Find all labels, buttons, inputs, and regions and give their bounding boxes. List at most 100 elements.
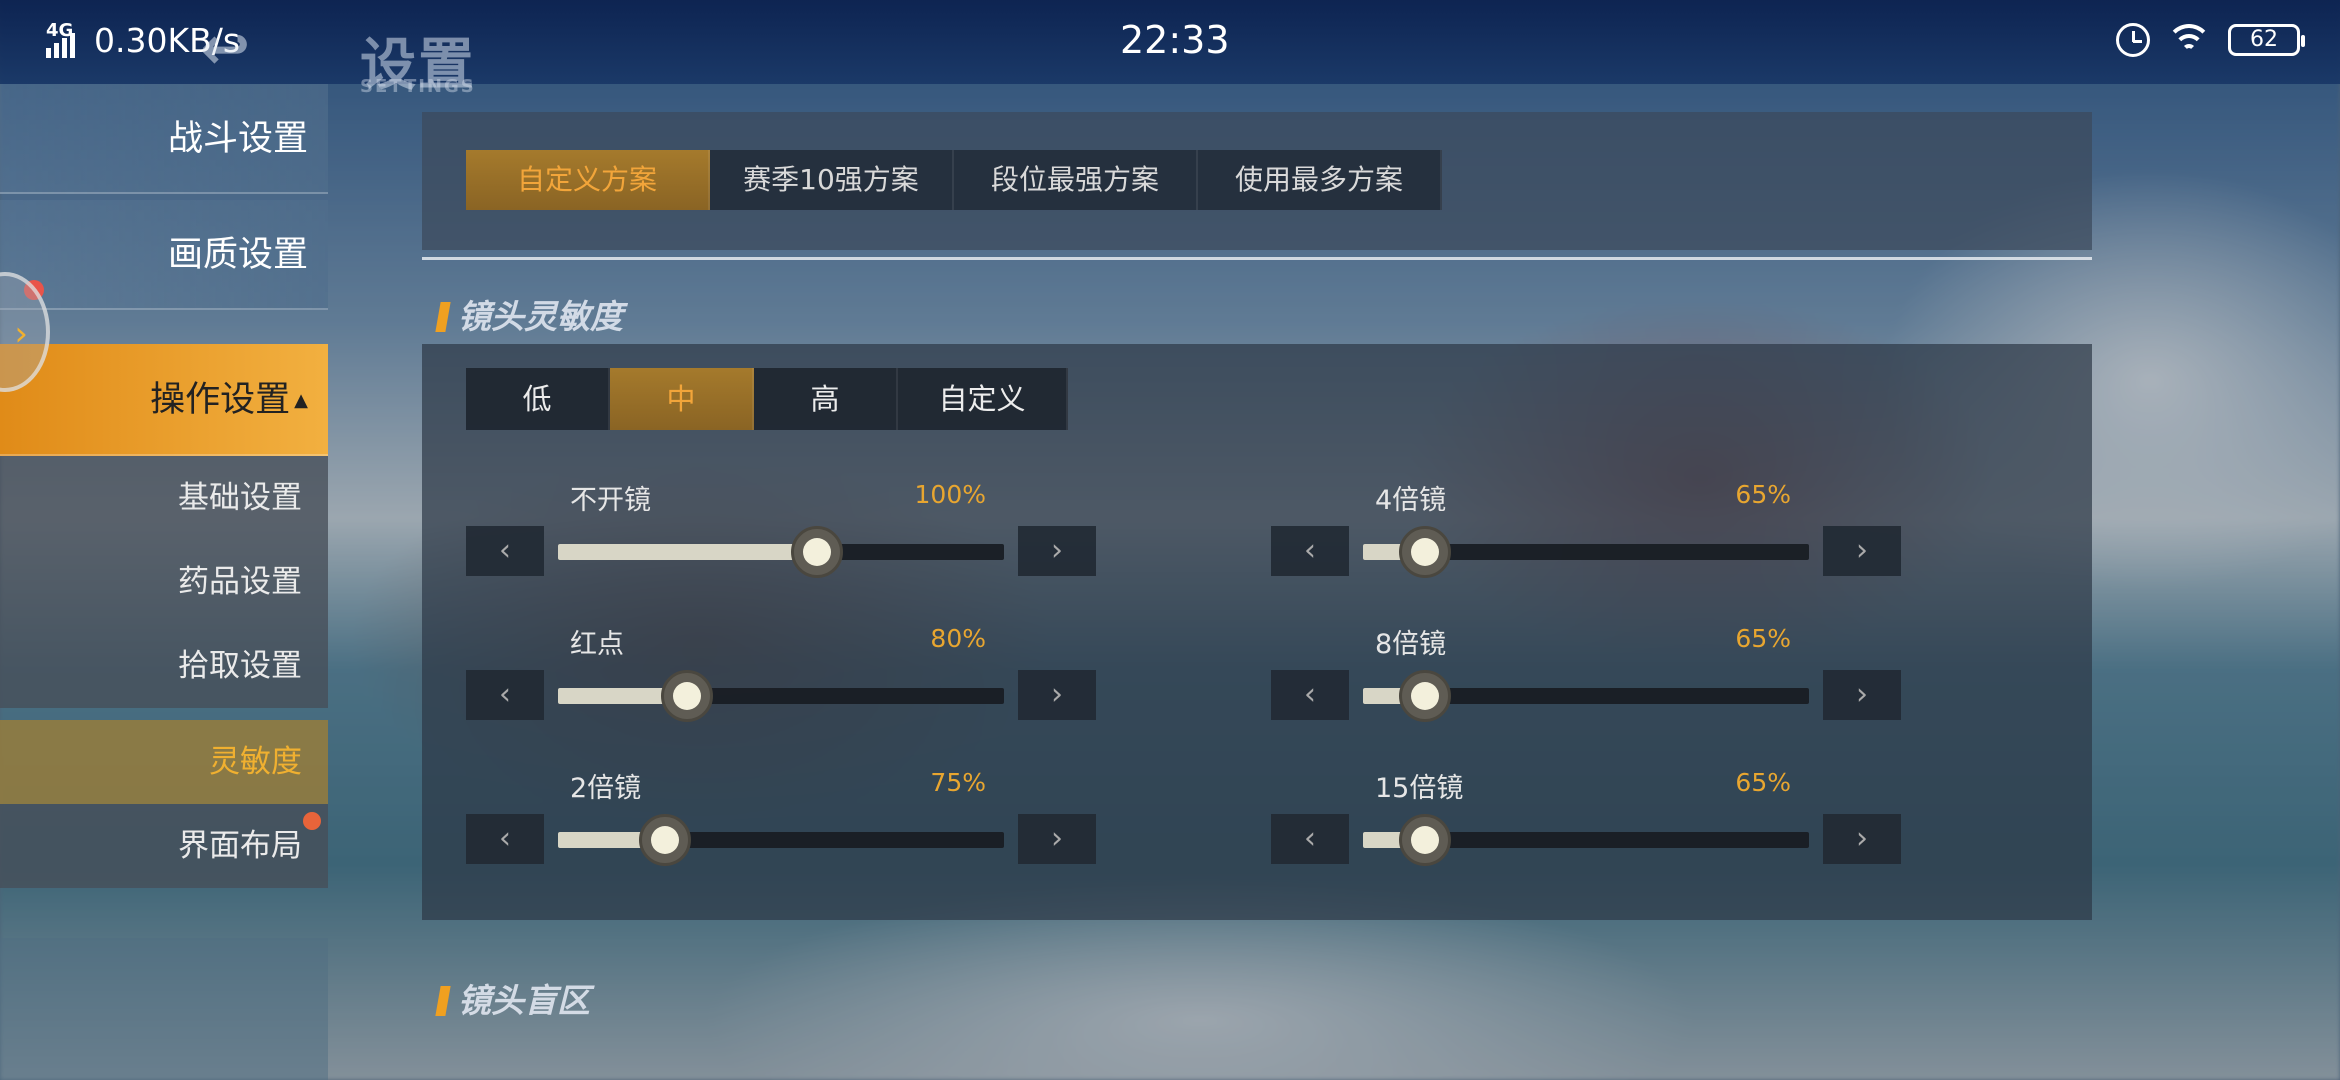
chevron-right-icon: › [1051,677,1063,712]
tab-level-custom[interactable]: 自定义 [898,368,1068,430]
slider-knob[interactable] [1399,670,1452,722]
slider-knob[interactable] [790,526,843,578]
sidebar-subitem-medicine[interactable]: 药品设置 [0,540,328,624]
scheme-panel: 自定义方案 赛季10强方案 段位最强方案 使用最多方案 [422,112,2092,250]
chevron-right-icon: › [1856,677,1868,712]
sidebar-item-label: 战斗设置 [167,119,308,159]
slider-label: 8倍镜 [1375,629,1447,660]
slider-label: 红点 [570,629,624,660]
slider-track[interactable] [558,526,1004,578]
sidebar-subitem-basic[interactable]: 基础设置 [0,456,328,540]
slider-label: 4倍镜 [1375,485,1447,516]
decrease-button[interactable]: ‹ [1271,670,1349,720]
caret-up-icon: ▲ [294,390,308,411]
chevron-left-icon: ‹ [1304,821,1316,856]
chevron-right-icon: › [14,314,28,354]
divider [422,257,2092,260]
slider-value: 65% [1735,768,1791,797]
chevron-left-icon: ‹ [1304,677,1316,712]
sidebar-subitem-sensitivity[interactable]: 灵敏度 [0,720,328,804]
sensitivity-level-tabs: 低 中 高 自定义 [466,368,1068,430]
signal-icon: 4G [44,20,86,60]
decrease-button[interactable]: ‹ [1271,814,1349,864]
scheme-tabs: 自定义方案 赛季10强方案 段位最强方案 使用最多方案 [466,150,1442,210]
sidebar-subitem-layout[interactable]: 界面布局 [0,804,328,888]
section-marker [435,986,451,1016]
slider-value: 65% [1735,480,1791,509]
section-title-camera-blind-zone: 镜头盲区 [435,974,590,1022]
sidebar-item-label: 界面布局 [178,828,302,864]
slider-label: 不开镜 [570,485,651,516]
page-subtitle: SETTINGS [360,76,476,97]
sidebar-item-label: 拾取设置 [178,648,302,684]
sidebar-item-label: 灵敏度 [209,744,302,780]
slider-knob[interactable] [661,670,714,722]
tab-most-used-scheme[interactable]: 使用最多方案 [1198,150,1442,210]
slider-value: 65% [1735,624,1791,653]
back-arrow-icon: ↩ [200,14,251,84]
section-title-text: 镜头盲区 [458,981,590,1020]
slider-knob[interactable] [1399,526,1452,578]
chevron-right-icon: › [1856,821,1868,856]
increase-button[interactable]: › [1823,670,1901,720]
section-marker [435,302,451,332]
slider-track[interactable] [558,670,1004,722]
slider-value: 75% [930,768,986,797]
notification-dot [303,812,321,830]
slider-knob[interactable] [639,814,692,866]
chevron-left-icon: ‹ [499,821,511,856]
decrease-button[interactable]: ‹ [466,814,544,864]
tab-custom-scheme[interactable]: 自定义方案 [466,150,710,210]
slider-row-15x-scope: 15倍镜 65% ‹ › [1271,766,1901,876]
slider-knob[interactable] [1399,814,1452,866]
sidebar-subitem-pickup[interactable]: 拾取设置 [0,624,328,708]
tab-level-medium[interactable]: 中 [610,368,754,430]
chevron-right-icon: › [1051,533,1063,568]
tab-rank-best-scheme[interactable]: 段位最强方案 [954,150,1198,210]
sidebar-footer [0,938,328,1080]
slider-value: 100% [914,480,986,509]
sidebar-item-combat[interactable]: 战斗设置 [0,84,328,194]
settings-sidebar: 战斗设置 画质设置 操作设置 ▲ › 基础设置 药品设置 拾取设置 灵敏度 界面布… [0,84,328,1080]
slider-track[interactable] [1363,526,1809,578]
sidebar-item-controls[interactable]: 操作设置 ▲ [0,344,328,456]
slider-track[interactable] [558,814,1004,866]
sidebar-item-label: 操作设置 [150,380,291,420]
tab-level-low[interactable]: 低 [466,368,610,430]
sidebar-item-label: 药品设置 [178,564,302,600]
increase-button[interactable]: › [1823,526,1901,576]
increase-button[interactable]: › [1018,814,1096,864]
slider-row-2x-scope: 2倍镜 75% ‹ › [466,766,1096,876]
slider-track[interactable] [1363,814,1809,866]
slider-fill [558,544,817,560]
sidebar-item-label: 画质设置 [167,235,308,275]
sidebar-item-graphics[interactable]: 画质设置 [0,200,328,310]
status-icons: 62 [2116,22,2305,58]
sidebar-item-label: 基础设置 [178,480,302,516]
wifi-icon [2166,22,2212,58]
slider-row-no-scope: 不开镜 100% ‹ › [466,478,1096,588]
alarm-icon [2116,23,2150,57]
slider-track[interactable] [1363,670,1809,722]
chevron-left-icon: ‹ [1304,533,1316,568]
slider-label: 2倍镜 [570,773,642,804]
chevron-left-icon: ‹ [499,533,511,568]
status-bar: 4G 0.30KB/s 22:33 62 [0,0,2340,84]
tab-level-high[interactable]: 高 [754,368,898,430]
increase-button[interactable]: › [1018,526,1096,576]
back-button[interactable]: ↩ [200,14,280,84]
section-title-text: 镜头灵敏度 [458,297,623,336]
slider-value: 80% [930,624,986,653]
battery-icon: 62 [2228,24,2305,56]
chevron-right-icon: › [1856,533,1868,568]
increase-button[interactable]: › [1018,670,1096,720]
slider-row-red-dot: 红点 80% ‹ › [466,622,1096,732]
decrease-button[interactable]: ‹ [1271,526,1349,576]
slider-label: 15倍镜 [1375,773,1464,804]
increase-button[interactable]: › [1823,814,1901,864]
decrease-button[interactable]: ‹ [466,526,544,576]
clock: 22:33 [1120,18,1230,62]
decrease-button[interactable]: ‹ [466,670,544,720]
tab-season-top10-scheme[interactable]: 赛季10强方案 [710,150,954,210]
chevron-left-icon: ‹ [499,677,511,712]
